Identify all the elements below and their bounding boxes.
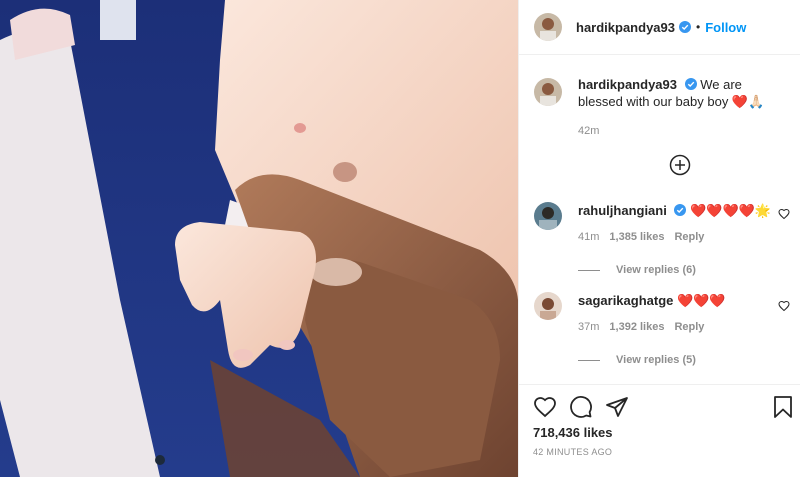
view-replies-button[interactable]: View replies (6) <box>578 264 796 276</box>
avatar[interactable] <box>534 13 562 41</box>
comment-time: 41m <box>578 231 600 243</box>
comment-icon[interactable] <box>569 395 593 419</box>
likes-count[interactable]: 718,436 likes <box>533 425 613 440</box>
comment-likes[interactable]: 1,385 likes <box>609 229 664 246</box>
caption-username[interactable]: hardikpandya93 <box>578 77 677 92</box>
instagram-post: hardikpandya93 • Follow hardikpandya93 W… <box>0 0 800 477</box>
view-replies-label: View replies (6) <box>616 264 696 276</box>
heart-icon[interactable] <box>533 395 557 419</box>
caption-avatar[interactable] <box>534 78 562 106</box>
post-caption: hardikpandya93 We are blessed with our b… <box>534 76 789 140</box>
post-side-panel: hardikpandya93 • Follow hardikpandya93 W… <box>518 0 800 477</box>
comment-username[interactable]: sagarikaghatge <box>578 293 673 308</box>
comment-avatar[interactable] <box>534 202 562 230</box>
post-header: hardikpandya93 • Follow <box>519 0 800 55</box>
view-replies-button[interactable]: View replies (5) <box>578 354 796 366</box>
heart-icon[interactable] <box>778 208 790 220</box>
comment: sagarikaghatge ❤️❤️❤️ 37m 1,392 likes Re… <box>534 292 796 366</box>
view-replies-label: View replies (5) <box>616 354 696 366</box>
comment-avatar[interactable] <box>534 292 562 320</box>
comment-likes[interactable]: 1,392 likes <box>609 319 664 336</box>
comment-text: ❤️❤️❤️ <box>677 293 726 308</box>
comment: rahuljhangiani ❤️❤️❤️❤️🌟 41m 1,385 likes… <box>534 202 796 276</box>
verified-icon <box>674 204 687 216</box>
divider <box>578 269 600 271</box>
verified-icon <box>679 21 691 33</box>
follow-button[interactable]: Follow <box>705 20 746 35</box>
post-timestamp: 42 MINUTES AGO <box>533 447 613 457</box>
comment-time: 37m <box>578 321 600 333</box>
separator: • <box>696 20 701 34</box>
reply-button[interactable]: Reply <box>674 319 704 336</box>
baby-hand-photo <box>0 0 518 477</box>
heart-icon[interactable] <box>778 300 790 312</box>
post-photo[interactable] <box>0 0 518 477</box>
share-icon[interactable] <box>605 395 629 419</box>
verified-icon <box>684 78 697 90</box>
reply-button[interactable]: Reply <box>674 229 704 246</box>
add-more-icon[interactable] <box>669 154 691 176</box>
caption-time: 42m <box>578 125 600 137</box>
bookmark-icon[interactable] <box>771 395 795 419</box>
comment-username[interactable]: rahuljhangiani <box>578 203 667 218</box>
divider <box>578 359 600 361</box>
post-actions: 718,436 likes 42 MINUTES AGO <box>519 384 800 477</box>
header-username[interactable]: hardikpandya93 <box>576 20 675 35</box>
comment-text: ❤️❤️❤️❤️🌟 <box>690 203 772 218</box>
